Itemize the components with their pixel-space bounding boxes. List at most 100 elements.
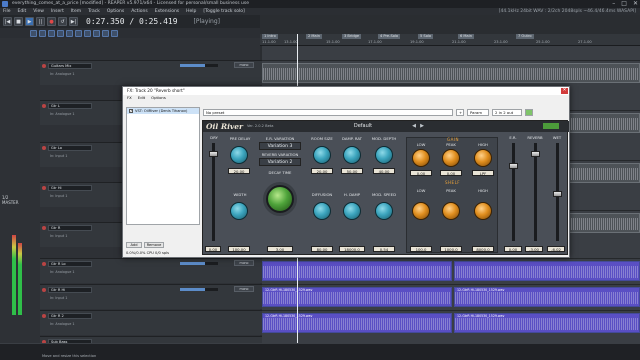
fx-menu-edit[interactable]: Edit bbox=[138, 95, 145, 101]
fx-chain-window[interactable]: FX: Track 20 "Reverb short" ✕ FX Edit Op… bbox=[122, 86, 570, 258]
menu-help[interactable]: Help bbox=[186, 8, 196, 15]
media-item[interactable] bbox=[262, 261, 452, 281]
dry-fader[interactable] bbox=[209, 151, 218, 157]
media-item[interactable] bbox=[454, 261, 640, 281]
grid-icon[interactable] bbox=[30, 29, 37, 37]
track-name[interactable]: Gtr R Hi bbox=[48, 287, 92, 293]
track-name[interactable]: Guitars Mix bbox=[48, 63, 92, 69]
add-fx-button[interactable]: Add bbox=[126, 242, 142, 248]
dry-value[interactable]: 0.00 bbox=[205, 246, 221, 252]
eq-low-freq-knob[interactable] bbox=[412, 202, 430, 220]
record-arm-icon[interactable] bbox=[42, 104, 46, 108]
preset-dropdown[interactable]: No preset bbox=[203, 109, 453, 116]
ripple-icon[interactable] bbox=[48, 29, 55, 37]
marker[interactable]: 7 Outro bbox=[516, 34, 534, 39]
metronome-icon[interactable] bbox=[93, 29, 100, 37]
timeline-ruler[interactable]: 1 Intro 2 Main 3 Bridge 4 Pre-Solo 5 Sol… bbox=[260, 34, 640, 46]
plugin-preset-name[interactable]: Default bbox=[323, 123, 403, 130]
track-name[interactable]: Gtr R Lo bbox=[48, 261, 92, 267]
menu-item[interactable]: Item bbox=[71, 8, 81, 15]
maximize-icon[interactable]: □ bbox=[621, 0, 627, 8]
eq-high-gain-value[interactable]: LPF bbox=[472, 170, 494, 176]
track-input[interactable]: In: Analogue 1 bbox=[50, 72, 75, 76]
reverb-fader-track[interactable] bbox=[534, 143, 537, 241]
fx-list[interactable]: ✓ VST: OilRiver (Denis Tihanov) bbox=[126, 107, 200, 225]
fx-list-item[interactable]: ✓ VST: OilRiver (Denis Tihanov) bbox=[127, 108, 199, 114]
fx-menu-fx[interactable]: FX bbox=[127, 95, 132, 101]
media-item[interactable]: 12-GtrR Hi-180530_1529.wav bbox=[262, 287, 452, 307]
envelope-icon[interactable] bbox=[66, 29, 73, 37]
track-lane[interactable] bbox=[262, 60, 640, 85]
record-arm-icon[interactable] bbox=[42, 186, 46, 190]
track-name[interactable]: Gtr Lo bbox=[48, 145, 92, 151]
record-arm-icon[interactable] bbox=[42, 146, 46, 150]
decay-knob[interactable] bbox=[266, 185, 294, 213]
preset-prev-icon[interactable]: ◀ bbox=[411, 123, 417, 129]
record-arm-icon[interactable] bbox=[42, 314, 46, 318]
reverb-fader[interactable] bbox=[531, 151, 540, 157]
er-fader-track[interactable] bbox=[512, 143, 515, 241]
track-name[interactable]: Gtr R bbox=[48, 225, 92, 231]
checkbox-icon[interactable]: ✓ bbox=[129, 109, 133, 113]
snap-icon[interactable] bbox=[39, 29, 46, 37]
marker[interactable]: 5 Solo bbox=[418, 34, 434, 39]
lock-icon[interactable] bbox=[57, 29, 64, 37]
mod-depth-knob[interactable] bbox=[375, 146, 393, 164]
mod-depth-value[interactable]: 40.00 bbox=[373, 168, 395, 174]
dry-fader-track[interactable] bbox=[212, 143, 215, 241]
stop-button[interactable]: ■ bbox=[14, 17, 23, 26]
eq-low-gain-value[interactable]: 0.00 bbox=[410, 170, 432, 176]
er-variation-display[interactable]: Variation 3 bbox=[259, 142, 301, 150]
go-to-start-button[interactable]: |◀ bbox=[3, 17, 12, 26]
width-knob[interactable] bbox=[230, 202, 248, 220]
damp-rat-value[interactable]: 50.00 bbox=[341, 168, 363, 174]
media-item[interactable]: 12-GtrR Hi-180530_1529.wav bbox=[454, 287, 640, 307]
track-input[interactable]: In: Analogue 1 bbox=[50, 322, 75, 326]
eq-high-freq-value[interactable]: 8000.0 bbox=[472, 246, 494, 252]
record-arm-icon[interactable] bbox=[42, 288, 46, 292]
menu-options[interactable]: Options bbox=[107, 8, 124, 15]
track-mode-button[interactable]: mono bbox=[234, 62, 254, 68]
eq-low-gain-knob[interactable] bbox=[412, 149, 430, 167]
close-icon[interactable]: ✕ bbox=[561, 88, 568, 94]
track-input[interactable]: In: Input 1 bbox=[50, 296, 67, 300]
track-input[interactable]: In: Analogue 1 bbox=[50, 270, 75, 274]
record-button[interactable]: ● bbox=[47, 17, 56, 26]
track-input[interactable]: In: Analogue 1 bbox=[50, 112, 75, 116]
h-damp-value[interactable]: 18000.0 bbox=[339, 246, 365, 252]
eq-peak-freq-knob[interactable] bbox=[442, 202, 460, 220]
track-name[interactable]: Gtr R 2 bbox=[48, 313, 92, 319]
power-icon[interactable] bbox=[543, 123, 559, 129]
record-arm-icon[interactable] bbox=[42, 64, 46, 68]
menu-actions[interactable]: Actions bbox=[131, 8, 147, 15]
crossfade-icon[interactable] bbox=[84, 29, 91, 37]
track-lane[interactable] bbox=[262, 258, 640, 283]
oilriver-plugin-ui[interactable]: Oil River Ver. 2.0.2 Beta Default ◀ ▶ DR… bbox=[202, 120, 569, 255]
eq-high-gain-knob[interactable] bbox=[474, 149, 492, 167]
param-button[interactable]: Param bbox=[467, 109, 489, 116]
go-to-end-button[interactable]: ▶| bbox=[69, 17, 78, 26]
wet-level-value[interactable]: -6.02 bbox=[547, 246, 565, 252]
media-item[interactable]: 12-GtrR Hi-180530_1529.wav bbox=[454, 313, 640, 333]
track-header[interactable]: Sub Bass bbox=[40, 336, 262, 345]
marker[interactable]: 1 Intro bbox=[262, 34, 278, 39]
bypass-checkbox[interactable] bbox=[525, 109, 533, 116]
marker[interactable]: 6 Main bbox=[458, 34, 475, 39]
marker[interactable]: 3 Bridge bbox=[342, 34, 362, 39]
volume-slider[interactable] bbox=[180, 262, 218, 265]
track-name[interactable]: Gtr Hi bbox=[48, 185, 92, 191]
redo-icon[interactable] bbox=[111, 29, 118, 37]
track-input[interactable]: In: Input 1 bbox=[50, 194, 67, 198]
fx-menu-options[interactable]: Options bbox=[151, 95, 166, 101]
track-mode-button[interactable]: mono bbox=[234, 286, 254, 292]
eq-high-freq-knob[interactable] bbox=[474, 202, 492, 220]
menu-extensions[interactable]: Extensions bbox=[155, 8, 179, 15]
menu-edit[interactable]: Edit bbox=[18, 8, 27, 15]
track-lane[interactable]: 12-GtrR Hi-180530_1529.wav 12-GtrR Hi-18… bbox=[262, 310, 640, 335]
mod-speed-value[interactable]: 0.54 bbox=[373, 246, 395, 252]
width-value[interactable]: 100.00 bbox=[228, 246, 250, 252]
reverb-level-value[interactable]: -3.00 bbox=[525, 246, 543, 252]
wet-fader[interactable] bbox=[553, 191, 562, 197]
eq-peak-gain-value[interactable]: 0.00 bbox=[440, 170, 462, 176]
room-size-value[interactable]: 20.00 bbox=[311, 168, 333, 174]
